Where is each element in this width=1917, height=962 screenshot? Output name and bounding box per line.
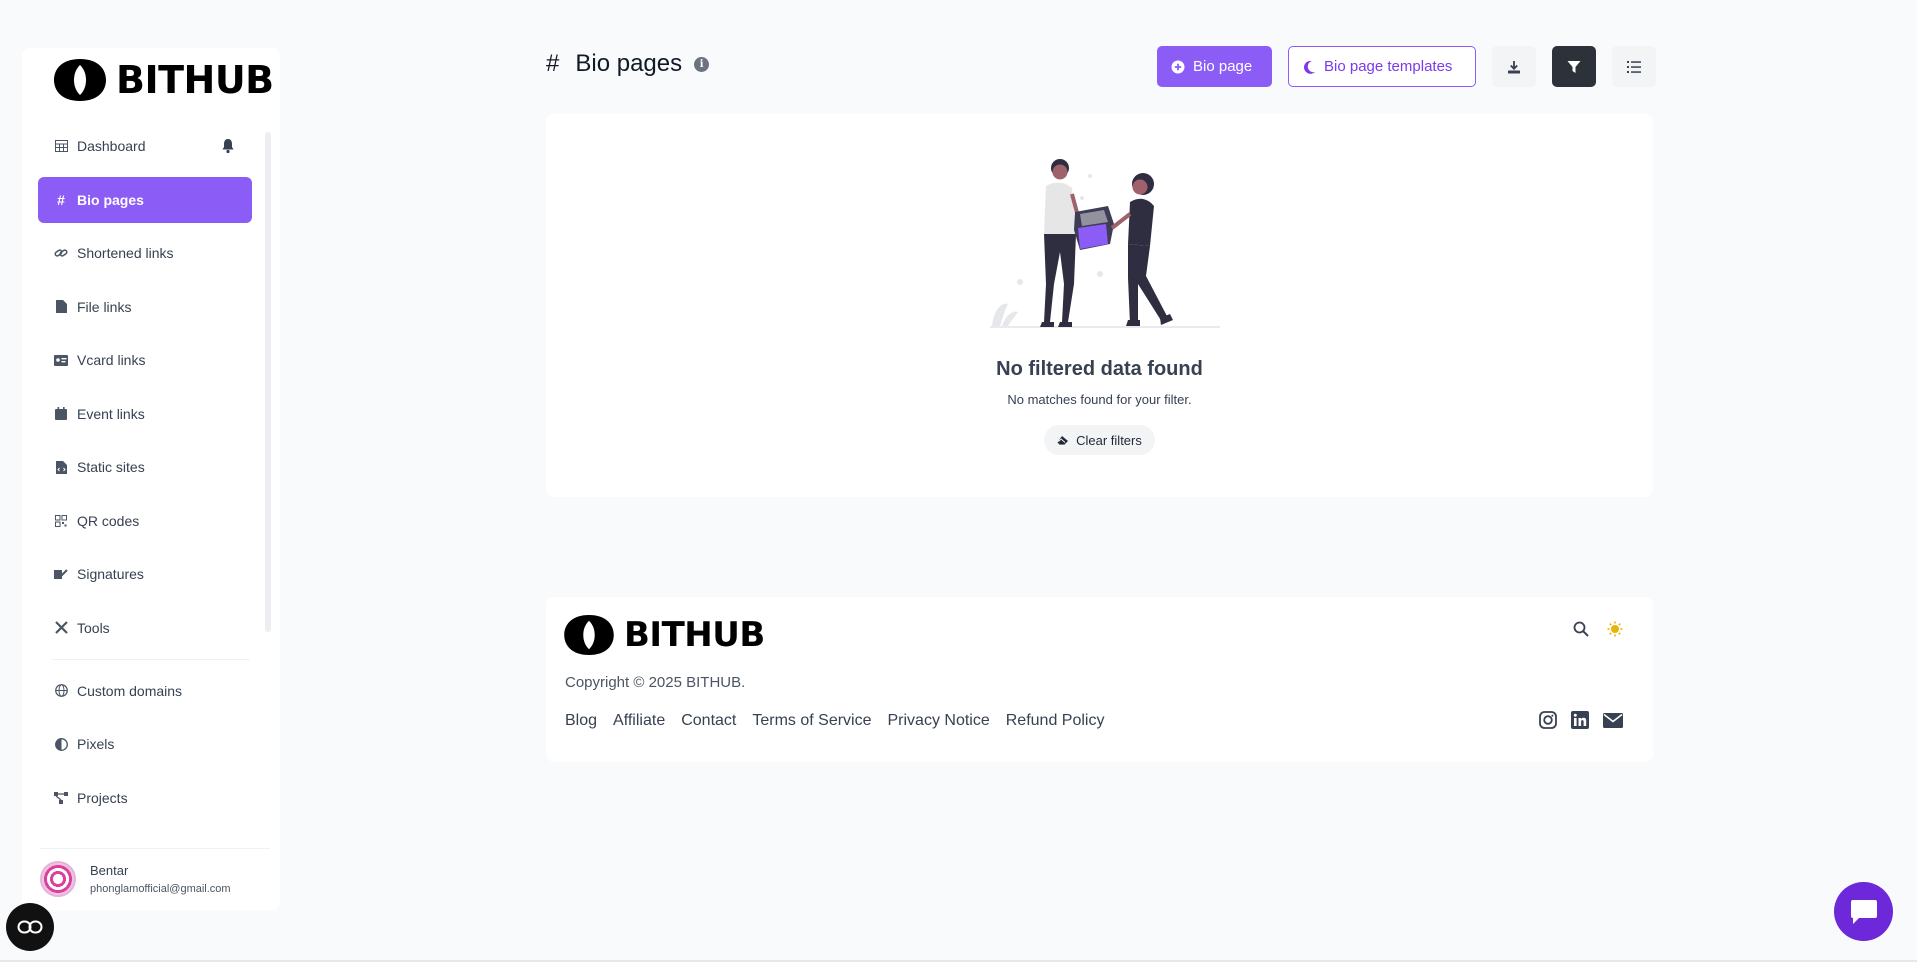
accessibility-button[interactable] (6, 903, 54, 951)
sidebar-item-qr-codes[interactable]: QR codes (38, 498, 252, 544)
sidebar-item-label: Tools (77, 619, 110, 636)
footer-logo[interactable]: BITHUB (564, 615, 765, 655)
adjust-icon (54, 737, 68, 751)
linkedin-icon[interactable] (1571, 711, 1589, 729)
sidebar: BITHUB Dashboard # Bio pages Shortened l… (22, 48, 280, 910)
sidebar-item-label: Dashboard (77, 138, 146, 154)
footer-link-affiliate[interactable]: Affiliate (613, 712, 665, 730)
footer-link-blog[interactable]: Blog (565, 712, 597, 730)
file-icon (54, 300, 68, 314)
user-menu[interactable]: Bentar phonglamofficial@gmail.com (40, 848, 270, 902)
empty-state-card: No filtered data found No matches found … (546, 114, 1653, 497)
filter-icon (1567, 60, 1581, 73)
empty-state-illustration (990, 159, 1220, 328)
sidebar-item-label: Bio pages (77, 191, 144, 208)
footer-link-terms[interactable]: Terms of Service (752, 712, 871, 730)
sidebar-item-dashboard[interactable]: Dashboard (38, 123, 252, 169)
display-options-button[interactable] (1612, 46, 1656, 87)
hash-icon: # (546, 50, 560, 77)
create-bio-page-button[interactable]: Bio page (1157, 46, 1272, 87)
sidebar-item-signatures[interactable]: Signatures (38, 551, 252, 597)
calendar-icon (54, 407, 68, 421)
table-icon (54, 139, 68, 153)
footer-social (1539, 711, 1623, 729)
sidebar-item-label: Vcard links (77, 352, 146, 368)
plus-circle-icon (1171, 60, 1185, 73)
signature-icon (54, 567, 68, 581)
footer-brand-name: BITHUB (624, 615, 765, 655)
brand-logo[interactable]: BITHUB (54, 58, 274, 102)
footer-link-contact[interactable]: Contact (681, 712, 736, 730)
tools-icon (54, 621, 68, 635)
brand-name: BITHUB (116, 58, 274, 102)
empty-state-title: No filtered data found (996, 358, 1203, 380)
sidebar-divider (52, 658, 250, 660)
list-icon (1627, 60, 1641, 73)
sidebar-item-projects[interactable]: Projects (38, 775, 252, 821)
sidebar-item-label: Projects (77, 789, 128, 806)
link-icon (54, 246, 68, 260)
clear-filters-label: Clear filters (1076, 432, 1142, 448)
sidebar-item-label: QR codes (77, 512, 140, 529)
export-button[interactable] (1492, 46, 1536, 87)
chat-button[interactable] (1834, 882, 1893, 941)
sidebar-item-label: Pixels (77, 736, 115, 752)
sidebar-item-pixels[interactable]: Pixels (38, 721, 252, 767)
header-actions: Bio page Bio page templates (1157, 46, 1656, 87)
footer-links: Blog Affiliate Contact Terms of Service … (565, 712, 1104, 730)
copyright: Copyright © 2025 BITHUB. (565, 674, 746, 691)
sidebar-item-tools[interactable]: Tools (38, 605, 252, 651)
qrcode-icon (54, 514, 68, 528)
sidebar-item-vcard-links[interactable]: Vcard links (38, 337, 252, 383)
page-header: # Bio pages i (546, 50, 710, 78)
sidebar-item-label: Event links (77, 405, 145, 422)
eraser-icon (1057, 435, 1069, 445)
sidebar-item-event-links[interactable]: Event links (38, 391, 252, 437)
sidebar-item-bio-pages[interactable]: # Bio pages (38, 176, 252, 223)
user-email: phonglamofficial@gmail.com (90, 882, 231, 895)
footer-link-privacy[interactable]: Privacy Notice (888, 712, 990, 730)
page-title: Bio pages (575, 50, 683, 77)
create-bio-page-label: Bio page (1193, 58, 1253, 75)
bio-page-templates-button[interactable]: Bio page templates (1288, 46, 1476, 87)
footer: BITHUB Copyright © 2025 BITHUB. Blog Aff… (546, 597, 1653, 762)
envelope-icon[interactable] (1603, 712, 1623, 728)
sidebar-item-static-sites[interactable]: Static sites (38, 444, 252, 490)
sun-icon[interactable] (1607, 621, 1623, 637)
globe-icon (54, 684, 68, 698)
instagram-icon[interactable] (1539, 711, 1557, 729)
sidebar-item-label: Custom domains (77, 682, 183, 699)
bithub-logo-icon (564, 615, 614, 655)
project-diagram-icon (54, 791, 68, 805)
empty-state-subtitle: No matches found for your filter. (1007, 392, 1192, 407)
sidebar-item-shortened-links[interactable]: Shortened links (38, 230, 252, 276)
user-name: Bentar (90, 862, 129, 878)
bithub-logo-icon (54, 59, 106, 101)
moon-icon (1303, 60, 1315, 74)
avatar (40, 860, 76, 897)
id-card-icon (54, 353, 68, 367)
sidebar-item-label: Static sites (77, 459, 145, 475)
sidebar-item-label: Shortened links (77, 245, 174, 261)
sidebar-scrollbar[interactable] (265, 132, 271, 632)
file-code-icon (54, 460, 68, 474)
sidebar-item-custom-domains[interactable]: Custom domains (38, 668, 252, 714)
sidebar-item-label: Signatures (77, 566, 144, 582)
bell-icon[interactable] (220, 138, 236, 154)
sidebar-nav: Dashboard # Bio pages Shortened links Fi… (38, 123, 252, 828)
hash-icon: # (57, 191, 65, 208)
download-icon (1508, 60, 1520, 73)
chat-icon (1850, 899, 1877, 924)
footer-link-refund[interactable]: Refund Policy (1006, 712, 1105, 730)
search-icon[interactable] (1573, 621, 1589, 637)
sidebar-item-label: File links (77, 298, 132, 315)
info-icon[interactable]: i (694, 56, 710, 72)
footer-tools (1573, 621, 1623, 637)
filter-button[interactable] (1552, 46, 1596, 87)
sidebar-item-file-links[interactable]: File links (38, 284, 252, 330)
infinity-icon (17, 920, 43, 934)
clear-filters-button[interactable]: Clear filters (1044, 425, 1155, 455)
bio-page-templates-label: Bio page templates (1324, 58, 1453, 75)
